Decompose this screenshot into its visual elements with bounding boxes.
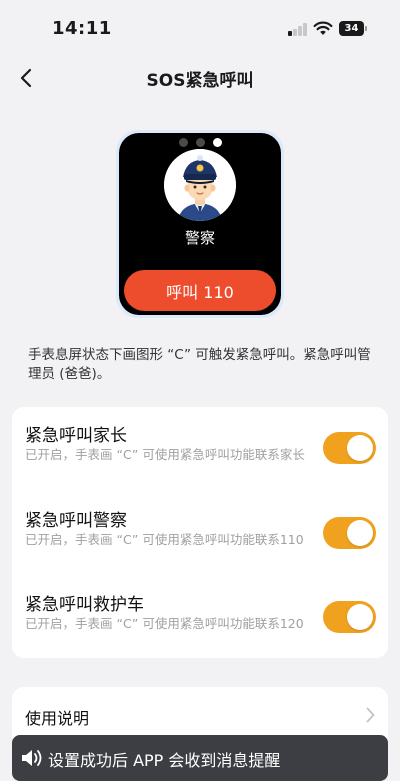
setting-title: 紧急呼叫警察 — [25, 511, 127, 531]
setting-description: 已开启，手表画 “C” 可使用紧急呼叫功能联系120 — [25, 616, 304, 631]
toast-text: 设置成功后 APP 会收到消息提醒 — [48, 751, 281, 770]
chevron-right-icon — [366, 707, 375, 723]
toggle-police-call[interactable] — [323, 517, 376, 549]
toggle-knob — [347, 435, 373, 461]
contact-name: 警察 — [184, 229, 215, 247]
sos-settings-card: 紧急呼叫家长 已开启，手表画 “C” 可使用紧急呼叫功能联系家长 紧急呼叫警察 … — [12, 407, 388, 658]
battery-icon: 34 — [339, 21, 364, 36]
toggle-ambulance-call[interactable] — [323, 601, 376, 633]
police-avatar — [164, 149, 236, 221]
status-bar: 14:11 34 — [0, 0, 400, 58]
page-dot — [195, 138, 205, 147]
call-button[interactable]: 呼叫 110 — [124, 270, 276, 311]
instructions-label: 使用说明 — [25, 709, 90, 728]
toggle-knob — [347, 604, 373, 630]
setting-title: 紧急呼叫救护车 — [25, 595, 144, 615]
page-title: SOS紧急呼叫 — [146, 71, 254, 91]
page-dot-active — [212, 138, 222, 147]
page-dot — [178, 138, 188, 147]
speaker-icon — [22, 750, 42, 766]
setting-title: 紧急呼叫家长 — [25, 426, 127, 446]
page-indicator — [119, 138, 281, 147]
setting-row-parent: 紧急呼叫家长 已开启，手表画 “C” 可使用紧急呼叫功能联系家长 — [12, 407, 388, 487]
nav-bar: SOS紧急呼叫 — [0, 58, 400, 98]
setting-description: 已开启，手表画 “C” 可使用紧急呼叫功能联系家长 — [25, 447, 305, 462]
wifi-icon — [313, 21, 333, 35]
setting-row-ambulance: 紧急呼叫救护车 已开启，手表画 “C” 可使用紧急呼叫功能联系120 — [12, 576, 388, 656]
signal-icon — [288, 23, 308, 36]
setting-description: 已开启，手表画 “C” 可使用紧急呼叫功能联系110 — [25, 532, 304, 547]
police-officer-icon — [164, 149, 236, 221]
setting-row-police: 紧急呼叫警察 已开启，手表画 “C” 可使用紧急呼叫功能联系110 — [12, 492, 388, 572]
status-time: 14:11 — [52, 18, 112, 39]
toggle-parent-call[interactable] — [323, 432, 376, 464]
toggle-knob — [347, 520, 373, 546]
battery-tip — [365, 26, 367, 31]
toast-notification: 设置成功后 APP 会收到消息提醒 — [12, 735, 388, 781]
watch-preview: 警察 呼叫 110 — [119, 133, 281, 315]
feature-description: 手表息屏状态下画图形 “C” 可触发紧急呼叫。紧急呼叫管理员 (爸爸)。 — [28, 347, 371, 382]
